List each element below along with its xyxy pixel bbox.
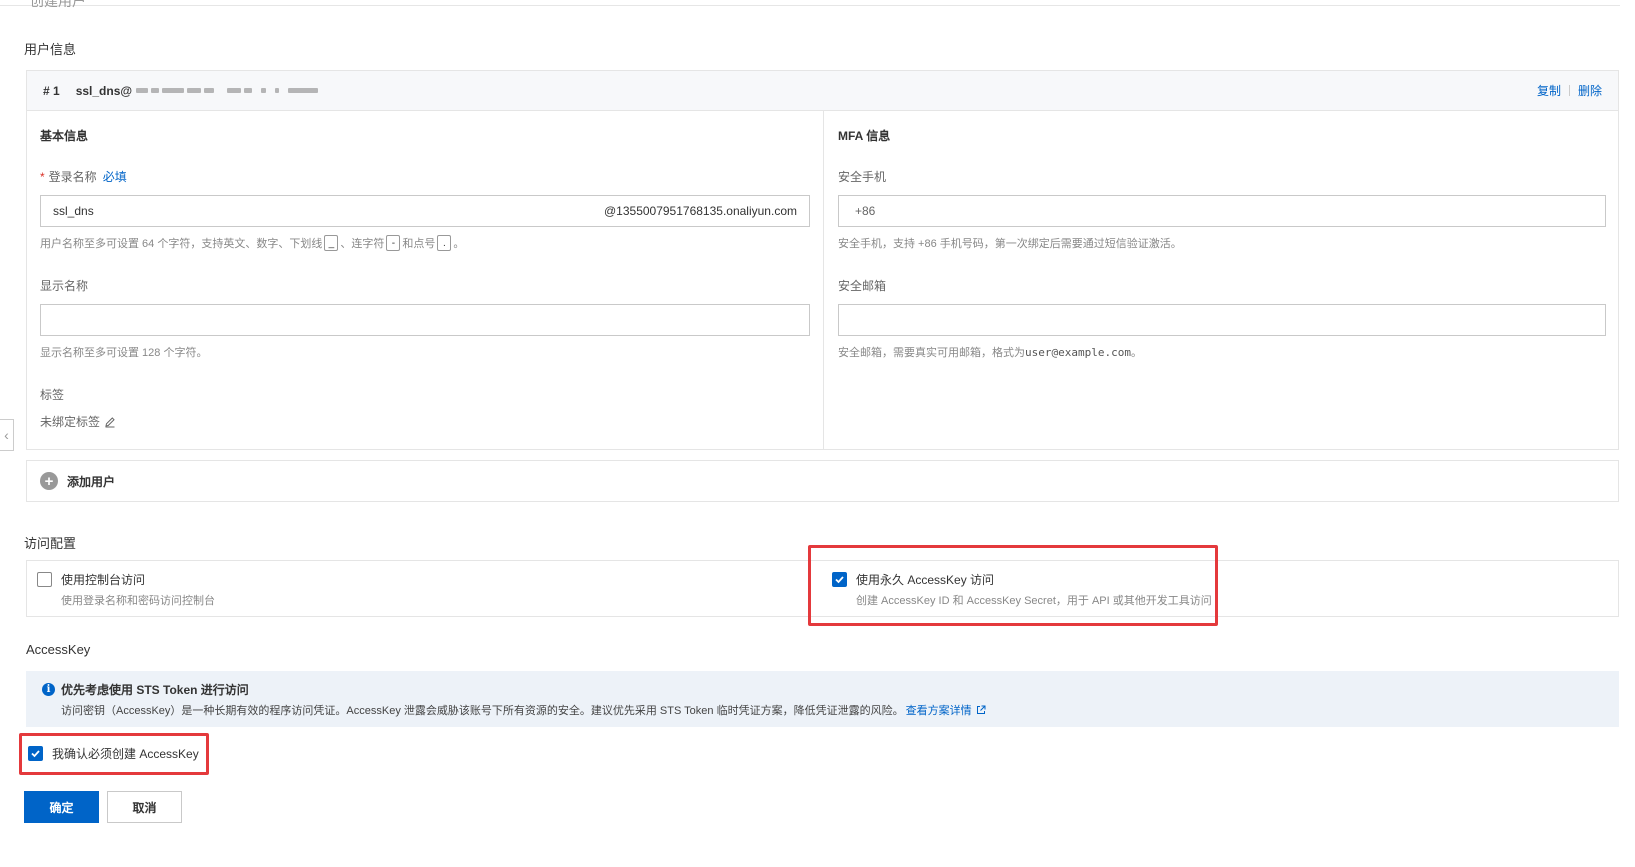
info-icon: i	[42, 683, 55, 696]
email-label: 安全邮箱	[838, 279, 887, 293]
user-card: # 1 ssl_dns@ 复制 删除 基本信息 * 登录名称 必填 ssl_dns …	[26, 70, 1619, 450]
highlight-box-confirm	[19, 733, 209, 775]
user-card-header: # 1 ssl_dns@ 复制 删除	[27, 71, 1618, 111]
underscore-key: _	[324, 235, 339, 251]
user-info-section-title: 用户信息	[24, 42, 77, 57]
user-index: # 1	[43, 83, 60, 98]
action-divider	[1568, 85, 1570, 96]
alert-body: 访问密钥（AccessKey）是一种长期有效的程序访问凭证。AccessKey …	[61, 705, 904, 717]
display-name-hint: 显示名称至多可设置 128 个字符。	[40, 347, 208, 359]
top-strip: 创建用户	[0, 0, 1620, 9]
tag-label: 标签	[40, 388, 65, 402]
accesskey-section-title: AccessKey	[26, 642, 91, 657]
required-mark: *	[40, 170, 45, 184]
console-access-desc: 使用登录名称和密码访问控制台	[61, 595, 215, 607]
login-name-label: * 登录名称 必填	[40, 170, 127, 184]
login-name-hint: 用户名称至多可设置 64 个字符，支持英文、数字、下划线 _ 、连字符 - 和点…	[40, 235, 810, 251]
card-actions: 复制 删除	[1537, 82, 1602, 99]
login-name-input[interactable]: ssl_dns @1355007951768135.onaliyun.com	[40, 195, 810, 227]
console-access-title: 使用控制台访问	[61, 573, 146, 587]
cancel-button[interactable]: 取消	[107, 791, 182, 823]
login-name-value: ssl_dns	[53, 204, 94, 218]
chevron-left-icon: ‹	[4, 427, 9, 443]
console-access-option[interactable]: 使用控制台访问 使用登录名称和密码访问控制台	[37, 571, 215, 608]
sidebar-collapse-toggle[interactable]: ‹	[0, 419, 14, 451]
email-example: user@example.com	[1025, 345, 1131, 359]
dot-key: .	[437, 235, 452, 251]
copy-user-link[interactable]: 复制	[1537, 82, 1561, 99]
mfa-info-title: MFA 信息	[838, 129, 891, 143]
basic-info-title: 基本信息	[40, 129, 89, 143]
mfa-info-column: MFA 信息 安全手机 +86 安全手机，支持 +86 手机号码，第一次绑定后需…	[825, 111, 1619, 450]
plus-circle-icon: +	[40, 472, 58, 490]
display-name-label: 显示名称	[40, 279, 89, 293]
phone-label: 安全手机	[838, 170, 887, 184]
phone-input[interactable]: +86	[838, 195, 1606, 227]
external-link-icon	[976, 705, 986, 715]
alert-title: 优先考虑使用 STS Token 进行访问	[61, 683, 249, 697]
edit-icon[interactable]	[104, 416, 116, 428]
delete-user-link[interactable]: 删除	[1578, 82, 1602, 99]
hyphen-key: -	[386, 235, 401, 251]
access-config-title: 访问配置	[24, 536, 77, 551]
login-name-suffix: @1355007951768135.onaliyun.com	[603, 204, 797, 218]
user-name: ssl_dns@	[75, 83, 133, 98]
phone-hint: 安全手机，支持 +86 手机号码，第一次绑定后需要通过短信验证激活。	[838, 238, 1182, 250]
add-user-label: 添加用户	[67, 474, 116, 489]
view-details-link[interactable]: 查看方案详情	[906, 702, 972, 718]
sts-token-alert: i 优先考虑使用 STS Token 进行访问 访问密钥（AccessKey）是…	[26, 671, 1619, 727]
email-input[interactable]	[838, 304, 1606, 336]
console-access-checkbox[interactable]	[37, 572, 52, 587]
ok-button[interactable]: 确定	[24, 791, 99, 823]
tag-value: 未绑定标签	[40, 413, 810, 430]
email-hint: 安全邮箱，需要真实可用邮箱，格式为 user@example.com 。	[838, 345, 1142, 360]
phone-prefix: +86	[855, 204, 876, 218]
basic-info-column: 基本信息 * 登录名称 必填 ssl_dns @1355007951768135.o…	[27, 111, 824, 450]
display-name-input[interactable]	[40, 304, 810, 336]
required-tag: 必填	[102, 170, 127, 184]
masked-domain	[136, 88, 319, 93]
add-user-button[interactable]: + 添加用户	[26, 460, 1619, 502]
page-title-partial: 创建用户	[30, 0, 86, 9]
highlight-box-accesskey-option	[808, 545, 1218, 626]
